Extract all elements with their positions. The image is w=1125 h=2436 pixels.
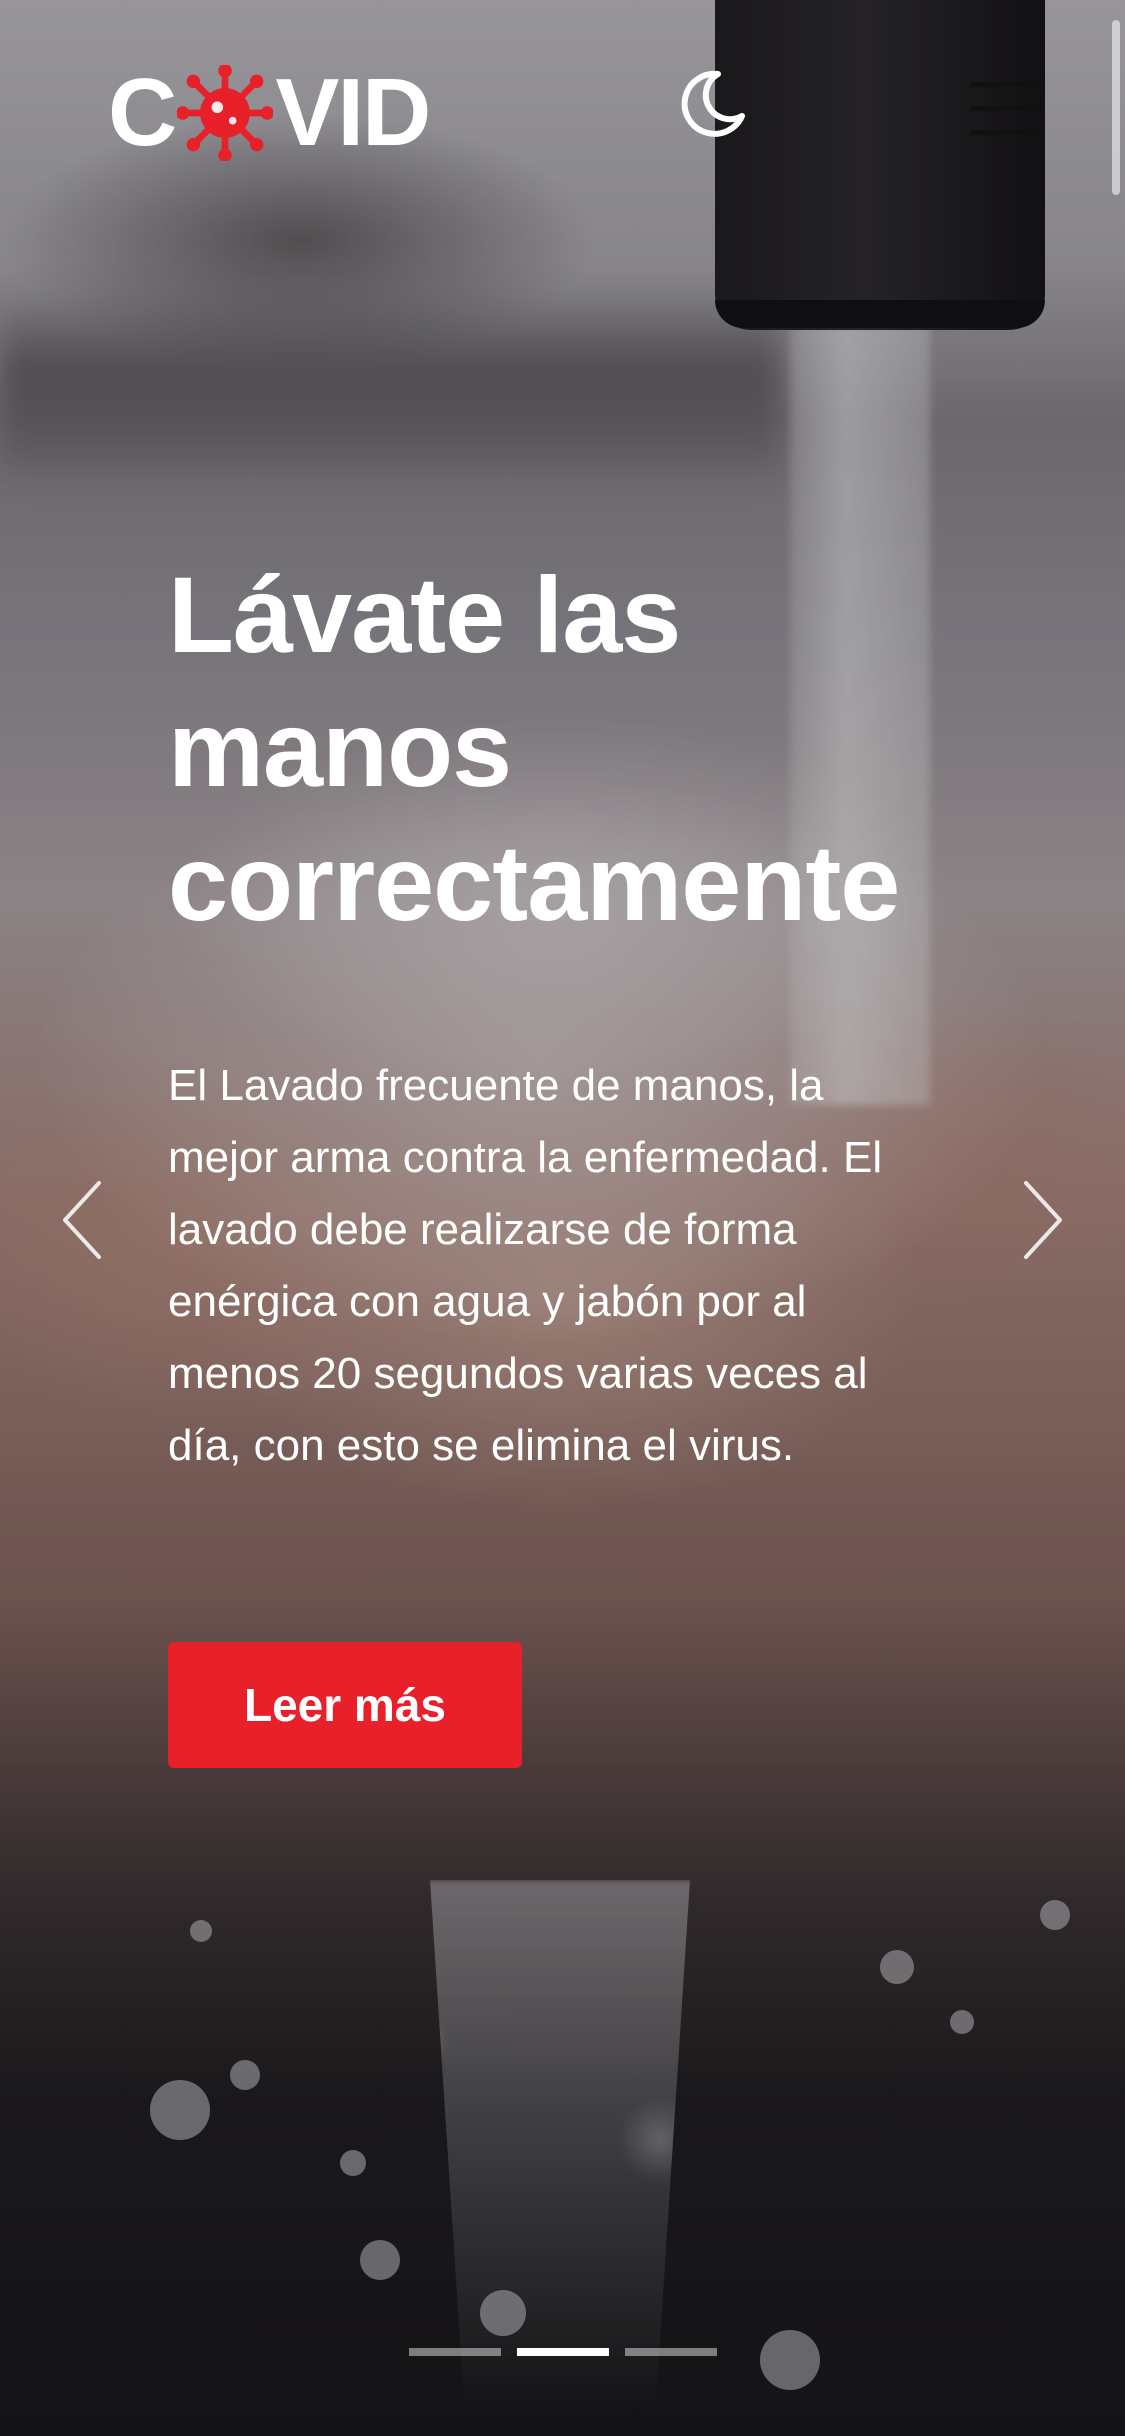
carousel-indicator-2[interactable] (517, 2348, 609, 2356)
moon-icon[interactable] (672, 64, 752, 144)
header: C VID (0, 0, 1125, 230)
chevron-right-icon[interactable] (1010, 1175, 1070, 1265)
home-screen: C VID Lávate las manos correctamente El … (0, 0, 1125, 2436)
covid-logo[interactable]: C VID (108, 58, 431, 168)
carousel-indicator-1[interactable] (409, 2348, 501, 2356)
logo-text-start: C (108, 59, 177, 166)
slide-description: El Lavado frecuente de manos, la mejor a… (168, 1061, 883, 1470)
logo-text-end: VID (275, 59, 431, 166)
carousel-indicator-3[interactable] (625, 2348, 717, 2356)
read-more-button[interactable]: Leer más (168, 1642, 522, 1768)
hamburger-menu-icon[interactable] (970, 78, 1048, 140)
carousel-indicators (0, 2348, 1125, 2360)
chevron-left-icon[interactable] (55, 1175, 115, 1265)
slide-title: Lávate las manos correctamente (168, 554, 900, 943)
virus-icon (177, 65, 274, 161)
scrollbar (1112, 20, 1120, 195)
